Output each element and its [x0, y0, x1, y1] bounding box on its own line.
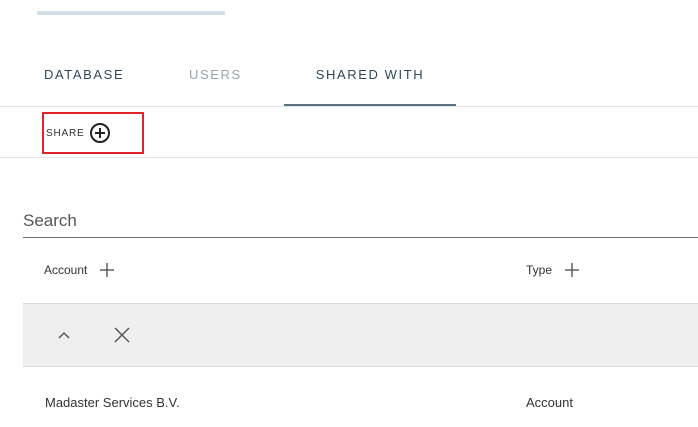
share-label: SHARE: [46, 127, 85, 139]
search-input[interactable]: [23, 204, 698, 238]
tab-database[interactable]: DATABASE: [44, 60, 144, 106]
column-header-label: Type: [526, 263, 553, 277]
account-cell: Madaster Services B.V.: [45, 395, 180, 410]
plus-icon[interactable]: [98, 261, 116, 279]
chevron-up-icon[interactable]: [52, 323, 76, 347]
tab-shared-with[interactable]: SHARED WITH: [284, 60, 456, 106]
tab-users[interactable]: USERS: [189, 60, 259, 106]
share-toolbar: SHARE: [0, 107, 698, 158]
table-row[interactable]: Madaster Services B.V. Account: [23, 368, 698, 427]
plus-icon[interactable]: [563, 261, 581, 279]
shared-with-page: DATABASE USERS SHARED WITH SHARE Account: [0, 0, 698, 427]
filter-row: [23, 303, 698, 367]
column-header-type[interactable]: Type: [526, 258, 581, 282]
top-progress-bar: [37, 11, 225, 15]
column-header-label: Account: [44, 263, 88, 277]
type-cell: Account: [526, 395, 573, 410]
close-icon[interactable]: [110, 323, 134, 347]
share-button[interactable]: SHARE: [42, 112, 144, 154]
tab-bar: DATABASE USERS SHARED WITH: [0, 60, 698, 107]
plus-circle-icon: [89, 122, 111, 144]
column-header-account[interactable]: Account: [44, 258, 116, 282]
